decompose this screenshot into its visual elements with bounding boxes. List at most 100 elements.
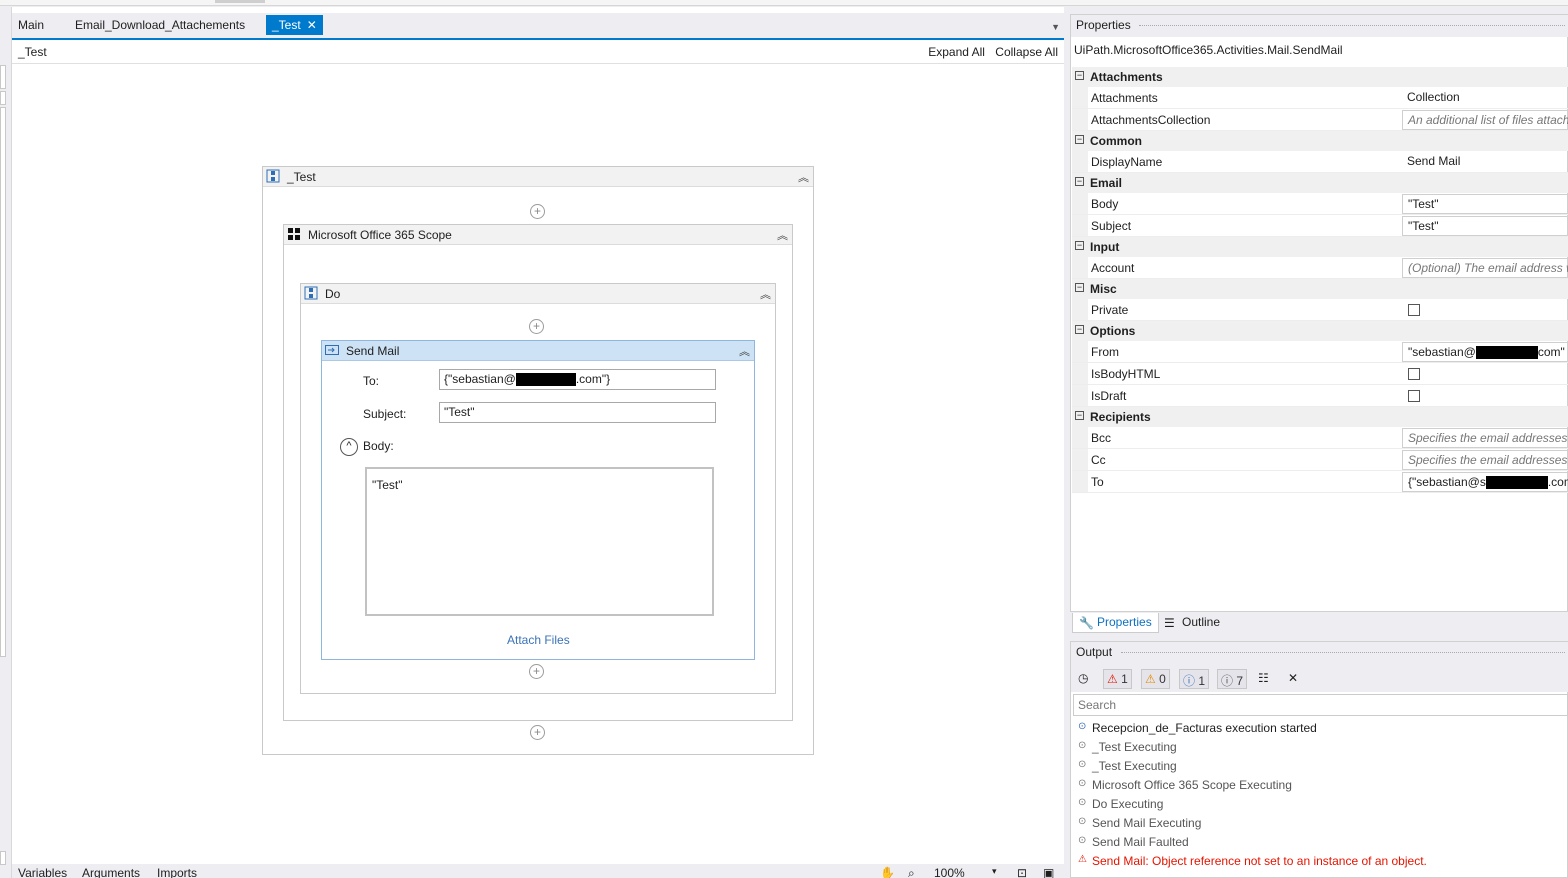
collapse-category-icon[interactable]: −: [1075, 325, 1084, 334]
output-entry[interactable]: ⊙ _Test Executing: [1071, 757, 1568, 776]
overview-icon[interactable]: ▣: [1043, 866, 1054, 878]
breadcrumb-item[interactable]: _Test: [18, 45, 47, 59]
close-tab-icon[interactable]: ✕: [307, 18, 317, 32]
property-value[interactable]: "Test": [1402, 216, 1568, 236]
collapse-icon[interactable]: ︽: [798, 169, 809, 185]
collapse-category-icon[interactable]: −: [1075, 177, 1084, 186]
clear-output-icon[interactable]: ✕: [1285, 669, 1301, 689]
property-category[interactable]: − Attachments: [1072, 67, 1568, 87]
to-field[interactable]: {"sebastian@ .com"}: [439, 369, 716, 390]
trace-filter-button[interactable]: ⓘ 7: [1217, 669, 1248, 689]
left-gutter-tab[interactable]: [0, 65, 6, 89]
collapse-icon[interactable]: ︽: [777, 227, 788, 243]
send-mail-activity[interactable]: Send Mail ︽ To: {"sebastian@ .com"} Subje…: [321, 340, 755, 660]
property-row[interactable]: AttachmentsCollection An additional list …: [1072, 109, 1568, 131]
property-value[interactable]: Send Mail: [1402, 152, 1568, 172]
collapse-category-icon[interactable]: −: [1075, 283, 1084, 292]
property-value[interactable]: An additional list of files attach: [1402, 110, 1568, 130]
property-value[interactable]: "sebastian@ com": [1402, 342, 1568, 362]
property-category[interactable]: − Options: [1072, 321, 1568, 341]
property-row[interactable]: Cc Specifies the email addresses C: [1072, 449, 1568, 471]
add-activity-icon[interactable]: +: [529, 319, 544, 334]
collapse-all-link[interactable]: Collapse All: [995, 45, 1058, 59]
collapse-category-icon[interactable]: −: [1075, 241, 1084, 250]
info-filter-button[interactable]: ⓘ 1: [1179, 669, 1210, 689]
send-mail-header[interactable]: Send Mail ︽: [322, 341, 754, 361]
tab-main[interactable]: Main: [12, 15, 50, 35]
left-gutter-tab[interactable]: [0, 107, 6, 657]
collapse-icon[interactable]: ︽: [760, 286, 771, 302]
property-row[interactable]: Subject "Test": [1072, 215, 1568, 237]
designer-canvas[interactable]: _Test ︽ + Microsoft Office 365 Scope ︽ D…: [12, 65, 1064, 865]
attach-files-link[interactable]: Attach Files: [507, 633, 570, 647]
add-activity-icon[interactable]: +: [530, 204, 545, 219]
clock-icon[interactable]: ◷: [1075, 669, 1091, 689]
property-checkbox[interactable]: [1408, 368, 1420, 380]
errors-filter-button[interactable]: ⚠ 1: [1103, 669, 1132, 689]
office365-scope[interactable]: Microsoft Office 365 Scope ︽ Do ︽ + Send…: [283, 224, 793, 721]
property-row[interactable]: Private: [1072, 299, 1568, 321]
zoom-dropdown-icon[interactable]: ▾: [992, 866, 997, 877]
expand-all-link[interactable]: Expand All: [928, 45, 985, 59]
output-search-input[interactable]: Search: [1073, 694, 1568, 716]
zoom-level[interactable]: 100%: [934, 866, 965, 878]
property-category[interactable]: − Recipients: [1072, 407, 1568, 427]
add-activity-icon[interactable]: +: [530, 725, 545, 740]
property-row[interactable]: Account (Optional) The email address w: [1072, 257, 1568, 279]
property-value[interactable]: Specifies the email addresses C: [1402, 450, 1568, 470]
hand-tool-icon[interactable]: ✋: [880, 866, 895, 878]
tab-test[interactable]: _Test ✕: [266, 15, 323, 35]
collapse-category-icon[interactable]: −: [1075, 411, 1084, 420]
tab-outline[interactable]: ☰ Outline: [1158, 613, 1226, 633]
property-value[interactable]: "Test": [1402, 194, 1568, 214]
sequence-test-header[interactable]: _Test ︽: [263, 167, 813, 187]
tab-dropdown-icon[interactable]: ▼: [1051, 22, 1060, 32]
property-checkbox[interactable]: [1408, 390, 1420, 402]
add-activity-icon[interactable]: +: [529, 664, 544, 679]
property-value[interactable]: (Optional) The email address w: [1402, 258, 1568, 278]
body-field[interactable]: "Test": [365, 467, 714, 616]
output-entry[interactable]: ⊙ Send Mail Faulted: [1071, 833, 1568, 852]
collapse-category-icon[interactable]: −: [1075, 135, 1084, 144]
collapse-icon[interactable]: ︽: [739, 343, 750, 359]
variables-tab[interactable]: Variables: [18, 866, 67, 878]
property-category[interactable]: − Common: [1072, 131, 1568, 151]
office365-scope-header[interactable]: Microsoft Office 365 Scope ︽: [284, 225, 792, 245]
property-value[interactable]: Collection: [1402, 88, 1568, 108]
property-category[interactable]: − Input: [1072, 237, 1568, 257]
imports-tab[interactable]: Imports: [157, 866, 197, 878]
property-category[interactable]: − Email: [1072, 173, 1568, 193]
do-sequence[interactable]: Do ︽ + Send Mail ︽ To: {"sebastian@ .com"…: [300, 283, 776, 694]
property-value[interactable]: {"sebastian@s .com": [1402, 472, 1568, 492]
fit-to-screen-icon[interactable]: ⊡: [1017, 866, 1027, 878]
output-entry[interactable]: ⊙ _Test Executing: [1071, 738, 1568, 757]
subject-field[interactable]: "Test": [439, 402, 716, 423]
left-gutter-tab[interactable]: [0, 91, 6, 105]
property-row[interactable]: Body "Test": [1072, 193, 1568, 215]
left-gutter-tab[interactable]: [0, 851, 6, 865]
tab-properties[interactable]: 🔧 Properties: [1072, 613, 1159, 633]
property-row[interactable]: IsDraft: [1072, 385, 1568, 407]
output-entry[interactable]: ⊙ Do Executing: [1071, 795, 1568, 814]
do-sequence-header[interactable]: Do ︽: [301, 284, 775, 304]
tab-email-download-attachements[interactable]: Email_Download_Attachements: [69, 15, 251, 35]
property-row[interactable]: IsBodyHTML: [1072, 363, 1568, 385]
output-entry[interactable]: ⚠ Send Mail: Object reference not set to …: [1071, 852, 1568, 871]
property-checkbox[interactable]: [1408, 304, 1420, 316]
property-row[interactable]: To {"sebastian@s .com": [1072, 471, 1568, 493]
property-category[interactable]: − Misc: [1072, 279, 1568, 299]
property-row[interactable]: From "sebastian@ com": [1072, 341, 1568, 363]
zoom-icon[interactable]: ⌕: [908, 866, 915, 878]
output-entry[interactable]: ⊙ Microsoft Office 365 Scope Executing: [1071, 776, 1568, 795]
output-entry[interactable]: ⊙ Send Mail Executing: [1071, 814, 1568, 833]
property-row[interactable]: Bcc Specifies the email addresses th: [1072, 427, 1568, 449]
warnings-filter-button[interactable]: ⚠ 0: [1141, 669, 1170, 689]
property-row[interactable]: DisplayName Send Mail: [1072, 151, 1568, 173]
output-entry[interactable]: ⊙ Recepcion_de_Facturas execution started: [1071, 719, 1568, 738]
collapse-body-icon[interactable]: ^: [340, 438, 358, 456]
collapse-category-icon[interactable]: −: [1075, 71, 1084, 80]
sequence-test[interactable]: _Test ︽ + Microsoft Office 365 Scope ︽ D…: [262, 166, 814, 755]
property-row[interactable]: Attachments Collection: [1072, 87, 1568, 109]
property-value[interactable]: Specifies the email addresses th: [1402, 428, 1568, 448]
filter-list-icon[interactable]: ☷: [1255, 669, 1272, 689]
